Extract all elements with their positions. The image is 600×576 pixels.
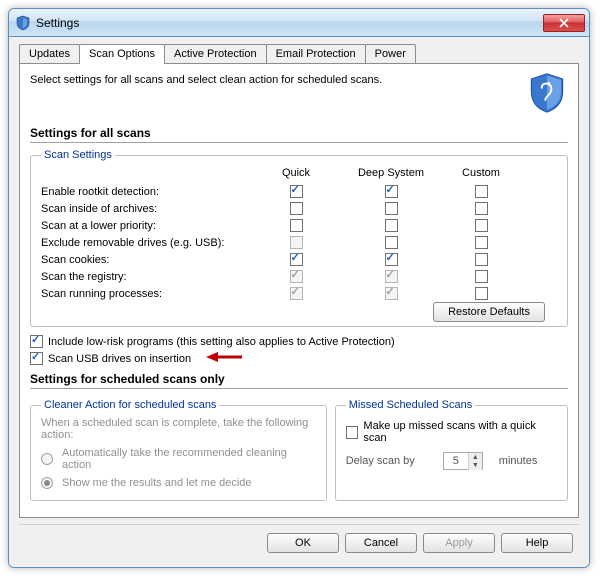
content-area: Updates Scan Options Active Protection E… bbox=[9, 37, 589, 567]
radio-auto-clean bbox=[41, 453, 53, 465]
col-custom: Custom bbox=[441, 167, 521, 181]
checkbox-quick bbox=[290, 270, 303, 283]
checkbox-custom[interactable] bbox=[475, 253, 488, 266]
titlebar: Settings bbox=[9, 9, 589, 37]
checkbox-usb[interactable] bbox=[30, 352, 43, 365]
checkbox-makeup-scans[interactable] bbox=[346, 426, 359, 439]
cancel-button[interactable]: Cancel bbox=[345, 533, 417, 553]
missed-legend: Missed Scheduled Scans bbox=[346, 399, 476, 411]
checkbox-quick[interactable] bbox=[290, 185, 303, 198]
delay-spinner[interactable]: 5 ▲▼ bbox=[443, 452, 483, 470]
checkbox-custom[interactable] bbox=[475, 219, 488, 232]
scan-settings-group: Scan Settings QuickDeep SystemCustom Enab… bbox=[30, 149, 568, 327]
checkbox-quick bbox=[290, 287, 303, 300]
checkbox-deep[interactable] bbox=[385, 185, 398, 198]
checkbox-quick[interactable] bbox=[290, 253, 303, 266]
close-icon bbox=[559, 18, 569, 28]
row-label: Scan cookies: bbox=[41, 254, 251, 266]
row-label: Scan running processes: bbox=[41, 288, 251, 300]
tab-updates[interactable]: Updates bbox=[19, 44, 80, 64]
row-label: Exclude removable drives (e.g. USB): bbox=[41, 237, 251, 249]
checkbox-deep bbox=[385, 270, 398, 283]
cleaner-desc: When a scheduled scan is complete, take … bbox=[41, 417, 316, 441]
scan-settings-legend: Scan Settings bbox=[41, 149, 115, 161]
close-button[interactable] bbox=[543, 14, 585, 32]
checkbox-quick[interactable] bbox=[290, 202, 303, 215]
checkbox-custom[interactable] bbox=[475, 270, 488, 283]
tab-body: Select settings for all scans and select… bbox=[19, 63, 579, 518]
tab-scan-options[interactable]: Scan Options bbox=[79, 44, 165, 64]
cleaner-legend: Cleaner Action for scheduled scans bbox=[41, 399, 219, 411]
shield-logo-icon bbox=[526, 72, 568, 114]
col-deep: Deep System bbox=[341, 167, 441, 181]
tab-strip: Updates Scan Options Active Protection E… bbox=[19, 44, 579, 64]
window-title: Settings bbox=[36, 16, 543, 30]
restore-defaults-button[interactable]: Restore Defaults bbox=[433, 302, 545, 322]
checkbox-quick bbox=[290, 236, 303, 249]
label-auto-clean: Automatically take the recommended clean… bbox=[62, 447, 316, 471]
col-quick: Quick bbox=[251, 167, 341, 181]
checkbox-custom[interactable] bbox=[475, 202, 488, 215]
label-makeup-scans: Make up missed scans with a quick scan bbox=[363, 420, 557, 444]
label-lowrisk: Include low-risk programs (this setting … bbox=[48, 336, 395, 348]
checkbox-lowrisk[interactable] bbox=[30, 335, 43, 348]
checkbox-deep[interactable] bbox=[385, 219, 398, 232]
checkbox-deep[interactable] bbox=[385, 202, 398, 215]
checkbox-custom[interactable] bbox=[475, 236, 488, 249]
tab-email-protection[interactable]: Email Protection bbox=[266, 44, 366, 64]
dialog-footer: OK Cancel Apply Help bbox=[19, 524, 579, 557]
app-icon bbox=[15, 15, 31, 31]
label-delay-post: minutes bbox=[499, 455, 538, 467]
label-usb: Scan USB drives on insertion bbox=[48, 353, 191, 365]
help-button[interactable]: Help bbox=[501, 533, 573, 553]
apply-button[interactable]: Apply bbox=[423, 533, 495, 553]
tab-active-protection[interactable]: Active Protection bbox=[164, 44, 267, 64]
label-delay-pre: Delay scan by bbox=[346, 455, 415, 467]
section-scheduled: Settings for scheduled scans only bbox=[30, 372, 568, 389]
ok-button[interactable]: OK bbox=[267, 533, 339, 553]
checkbox-deep bbox=[385, 287, 398, 300]
scan-settings-grid: QuickDeep SystemCustom Enable rootkit det… bbox=[41, 167, 557, 300]
checkbox-custom[interactable] bbox=[475, 287, 488, 300]
row-label: Scan inside of archives: bbox=[41, 203, 251, 215]
cleaner-action-group: Cleaner Action for scheduled scans When … bbox=[30, 399, 327, 501]
checkbox-quick[interactable] bbox=[290, 219, 303, 232]
spinner-arrows-icon[interactable]: ▲▼ bbox=[468, 453, 482, 470]
label-show-results: Show me the results and let me decide bbox=[62, 477, 252, 489]
callout-arrow-icon bbox=[206, 351, 242, 366]
intro-text: Select settings for all scans and select… bbox=[30, 72, 526, 86]
delay-value: 5 bbox=[444, 455, 468, 467]
checkbox-custom[interactable] bbox=[475, 185, 488, 198]
tab-power[interactable]: Power bbox=[365, 44, 416, 64]
row-label: Scan the registry: bbox=[41, 271, 251, 283]
radio-show-results bbox=[41, 477, 53, 489]
checkbox-deep[interactable] bbox=[385, 236, 398, 249]
settings-window: Settings Updates Scan Options Active Pro… bbox=[8, 8, 590, 568]
missed-scans-group: Missed Scheduled Scans Make up missed sc… bbox=[335, 399, 568, 501]
checkbox-deep[interactable] bbox=[385, 253, 398, 266]
section-all-scans: Settings for all scans bbox=[30, 126, 568, 143]
row-label: Scan at a lower priority: bbox=[41, 220, 251, 232]
row-label: Enable rootkit detection: bbox=[41, 186, 251, 198]
